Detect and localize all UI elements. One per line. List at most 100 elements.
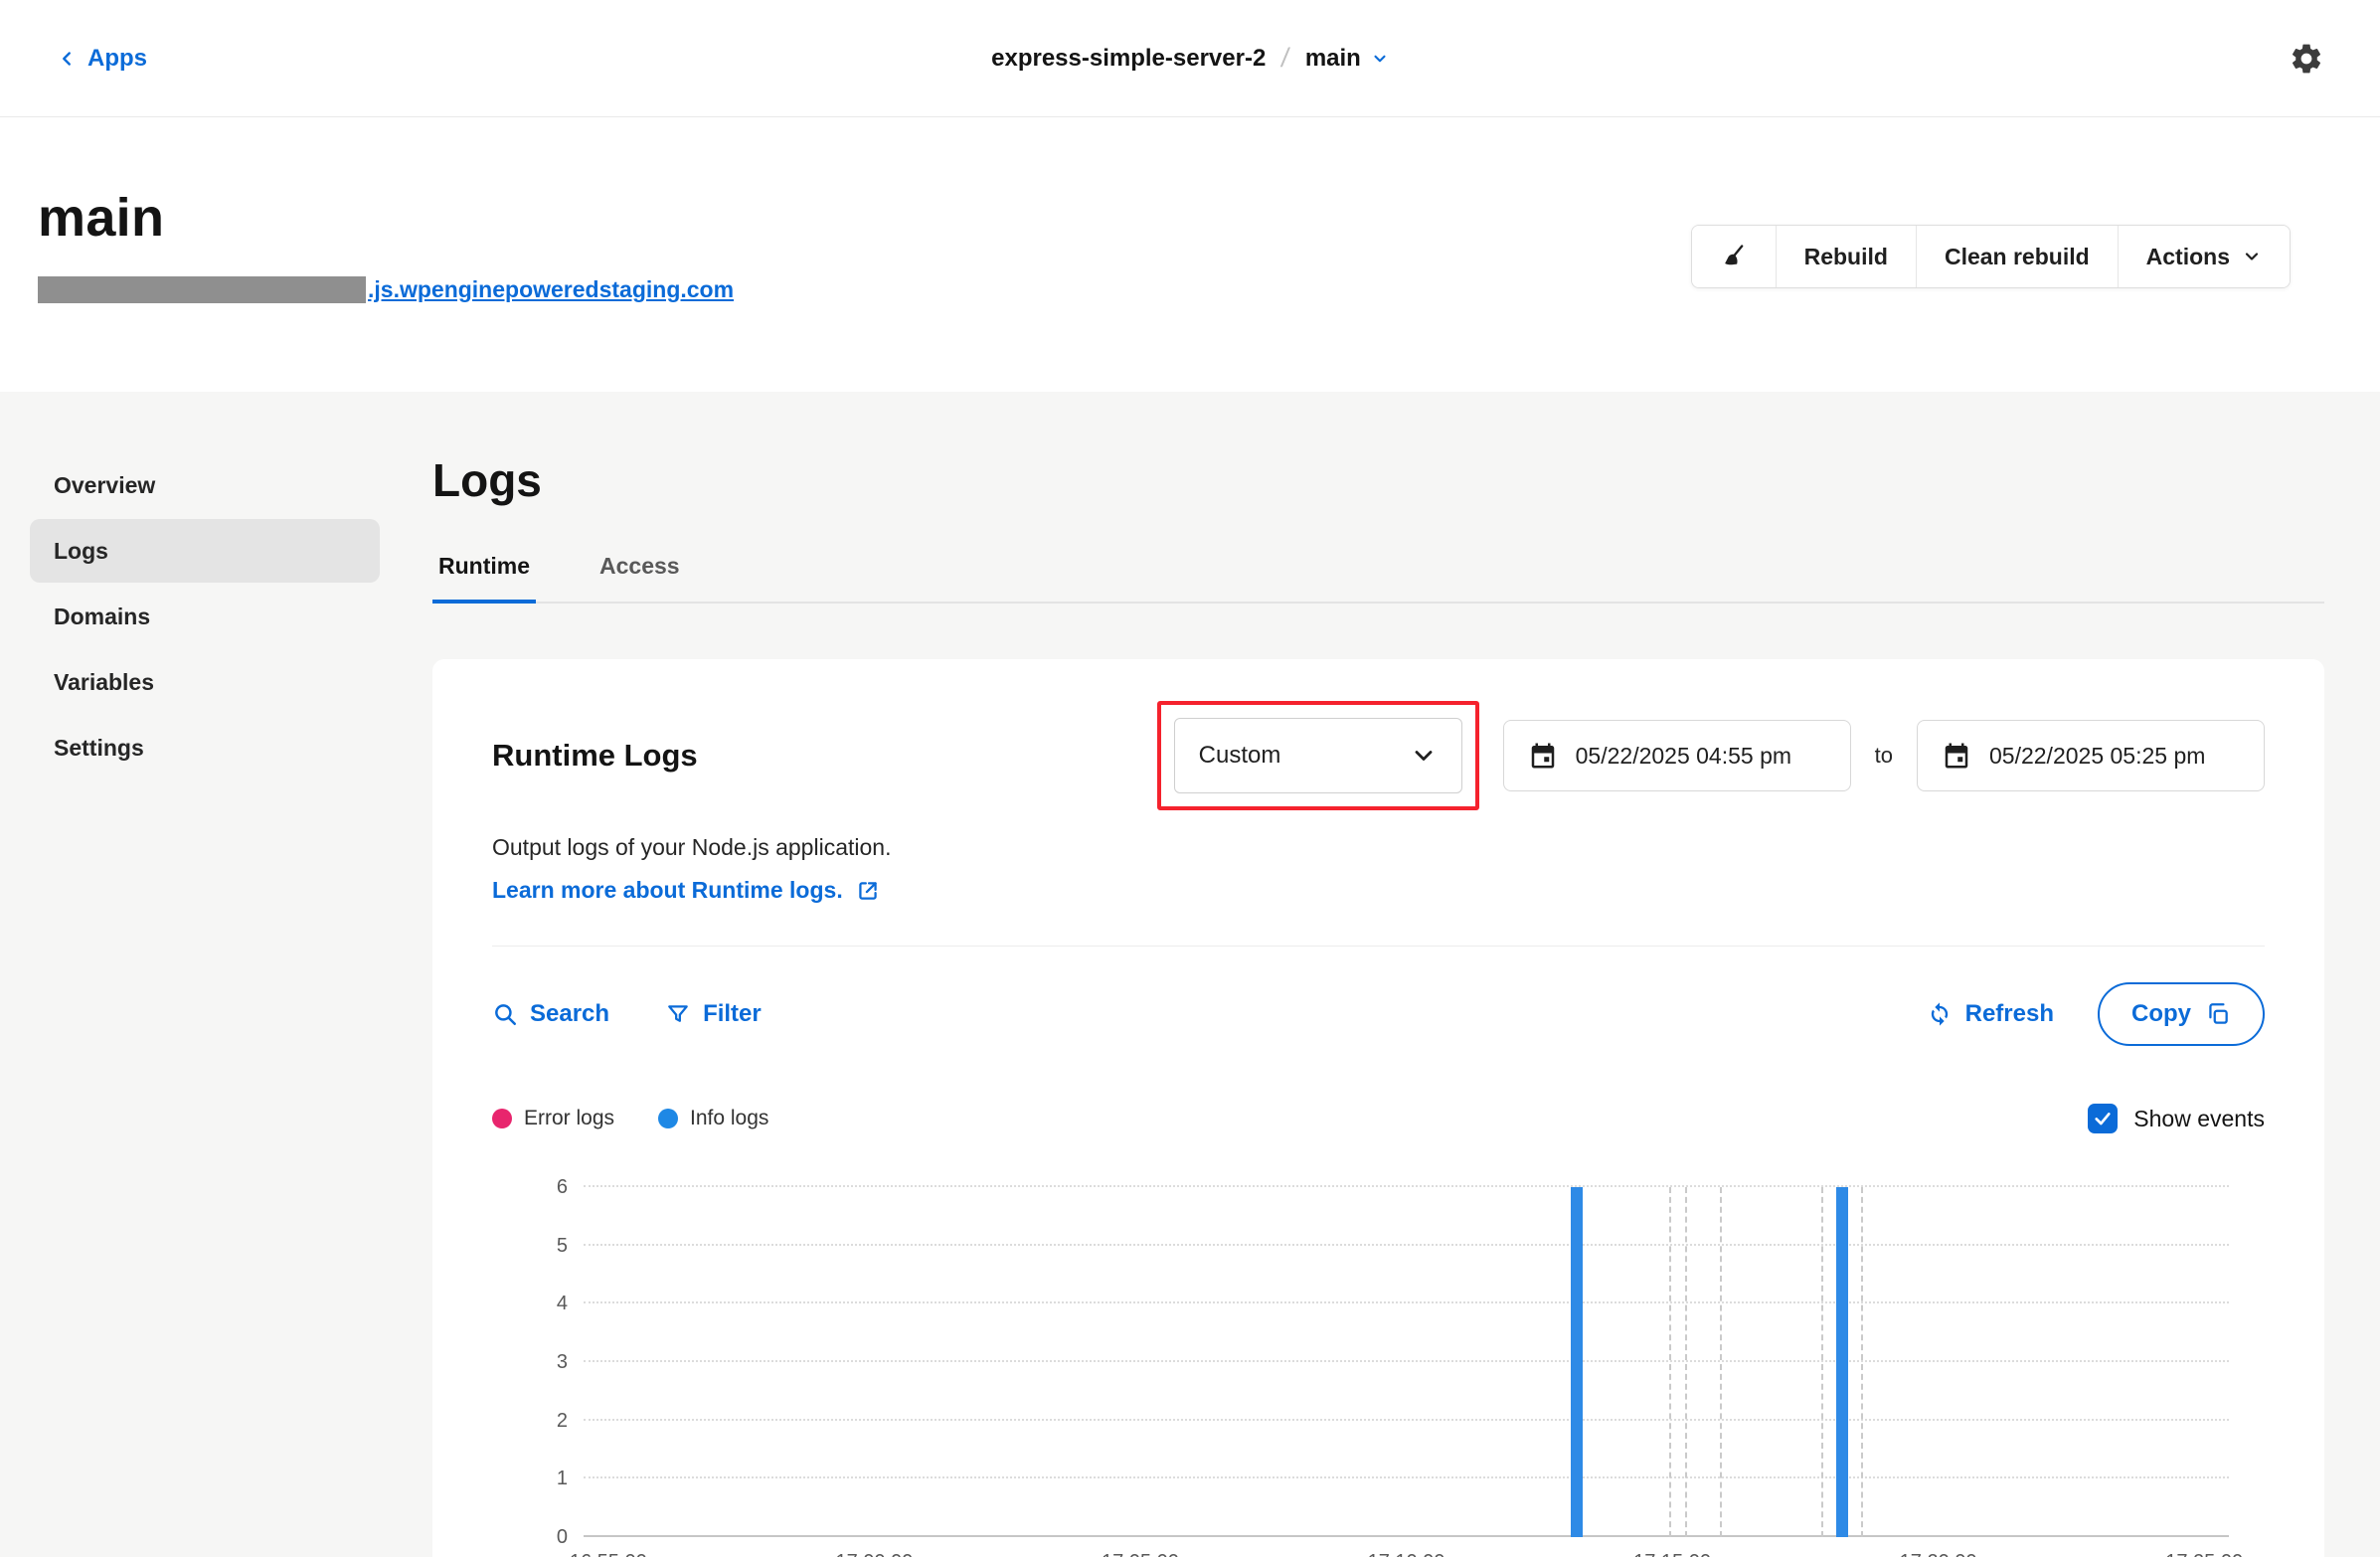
refresh-icon [1926,1000,1954,1028]
sidebar-item-domains[interactable]: Domains [30,585,380,648]
log-actions-row: Search Filter Refresh [492,982,2265,1046]
refresh-button[interactable]: Refresh [1926,1000,2054,1028]
event-marker-line [1669,1187,1671,1537]
page-title: Logs [432,453,2324,507]
sidebar-item-settings[interactable]: Settings [30,716,380,779]
time-range-dropdown[interactable]: Custom [1174,718,1462,793]
log-bar[interactable] [1571,1187,1583,1537]
x-axis-label: 16:55:00 [570,1551,647,1557]
plot-area: 012345616:55:0017:00:0017:05:0017:10:001… [584,1187,2229,1537]
y-axis-label: 5 [557,1236,568,1256]
chevron-down-icon [1410,742,1438,770]
x-axis-label: 17:20:00 [1900,1551,1977,1557]
event-marker-line [1685,1187,1687,1537]
back-label: Apps [87,45,147,73]
legend-item-info-logs: Info logs [658,1107,768,1130]
x-axis-label: 17:10:00 [1368,1551,1445,1557]
purge-cache-button[interactable] [1692,226,1776,287]
sidebar-item-overview[interactable]: Overview [30,453,380,517]
back-to-apps-link[interactable]: Apps [56,45,147,73]
learn-more-label: Learn more about Runtime logs. [492,877,843,904]
search-icon [492,1001,518,1027]
chevron-left-icon [56,48,78,70]
sidebar-item-logs[interactable]: Logs [30,519,380,583]
search-button[interactable]: Search [492,1000,609,1028]
y-axis-label: 6 [557,1177,568,1197]
calendar-icon [1528,741,1558,771]
refresh-label: Refresh [1965,1000,2054,1028]
calendar-icon [1942,741,1971,771]
date-from-value: 05/22/2025 04:55 pm [1576,743,1791,770]
y-axis-label: 2 [557,1411,568,1431]
breadcrumb: express-simple-server-2 / main [991,43,1389,74]
rebuild-label: Rebuild [1804,244,1888,270]
sidebar-item-label: Logs [54,538,108,565]
y-axis-label: 0 [557,1527,568,1547]
filter-label: Filter [703,1000,762,1028]
gridline [584,1476,2229,1478]
gridline [584,1419,2229,1421]
event-marker-line [1821,1187,1823,1537]
environment-actions-toolbar: Rebuild Clean rebuild Actions [1691,225,2291,288]
sidebar-item-label: Settings [54,735,144,762]
gear-icon [2289,41,2324,77]
sidebar-item-label: Domains [54,604,150,630]
time-range-value: Custom [1199,742,1281,770]
top-bar: Apps express-simple-server-2 / main [0,0,2380,117]
chart-legend: Error logs Info logs [492,1107,768,1130]
runtime-logs-panel: Runtime Logs Custom [432,659,2324,1557]
copy-label: Copy [2131,1000,2191,1028]
x-axis-label: 17:15:00 [1633,1551,1711,1557]
panel-description: Output logs of your Node.js application. [492,834,2265,861]
to-label: to [1875,743,1893,769]
main-area: Overview Logs Domains Variables Settings… [0,392,2380,1557]
learn-more-link[interactable]: Learn more about Runtime logs. [492,877,881,904]
domain-suffix: .js.wpenginepoweredstaging.com [368,276,734,303]
legend-error-label: Error logs [524,1107,614,1130]
y-axis-label: 3 [557,1352,568,1372]
x-axis-line [584,1535,2229,1537]
legend-info-label: Info logs [690,1107,768,1130]
actions-label: Actions [2146,244,2230,270]
clean-rebuild-button[interactable]: Clean rebuild [1917,226,2118,287]
tab-access[interactable]: Access [594,541,686,602]
y-axis-label: 1 [557,1469,568,1488]
x-axis-label: 17:25:00 [2165,1551,2243,1557]
actions-menu-button[interactable]: Actions [2119,226,2290,287]
legend-info-dot [658,1109,678,1128]
date-from-input[interactable]: 05/22/2025 04:55 pm [1503,720,1851,791]
filter-button[interactable]: Filter [665,1000,762,1028]
gridline [584,1360,2229,1362]
copy-button[interactable]: Copy [2098,982,2265,1046]
time-range-controls: Custom 05/22/2025 04:55 pm to [1157,701,2265,810]
date-to-input[interactable]: 05/22/2025 05:25 pm [1917,720,2265,791]
gridline [584,1185,2229,1187]
settings-gear-button[interactable] [2289,41,2324,77]
sidebar-item-variables[interactable]: Variables [30,650,380,714]
legend-item-error-logs: Error logs [492,1107,614,1130]
external-link-icon [855,878,881,904]
sidebar: Overview Logs Domains Variables Settings [30,453,380,1557]
annotation-highlight-box: Custom [1157,701,1479,810]
sidebar-item-label: Overview [54,472,155,499]
gridline [584,1301,2229,1303]
panel-title: Runtime Logs [492,738,698,774]
chart-legend-row: Error logs Info logs Show events [492,1104,2265,1133]
log-bar[interactable] [1836,1187,1848,1537]
broom-icon [1720,243,1748,270]
show-events-checkbox[interactable] [2088,1104,2118,1133]
date-to-value: 05/22/2025 05:25 pm [1989,743,2205,770]
breadcrumb-separator: / [1279,43,1291,74]
runtime-logs-chart: 012345616:55:0017:00:0017:05:0017:10:001… [492,1187,2265,1537]
chevron-down-icon [1371,50,1389,68]
event-marker-line [1720,1187,1722,1537]
environment-switcher[interactable]: main [1305,45,1389,73]
environment-domain-link[interactable]: .js.wpenginepoweredstaging.com [38,276,734,303]
tab-runtime[interactable]: Runtime [432,541,536,604]
rebuild-button[interactable]: Rebuild [1777,226,1916,287]
redacted-domain-prefix [38,276,366,303]
gridline [584,1244,2229,1246]
show-events-toggle[interactable]: Show events [2088,1104,2265,1133]
x-axis-label: 17:05:00 [1102,1551,1179,1557]
x-axis-label: 17:00:00 [835,1551,913,1557]
